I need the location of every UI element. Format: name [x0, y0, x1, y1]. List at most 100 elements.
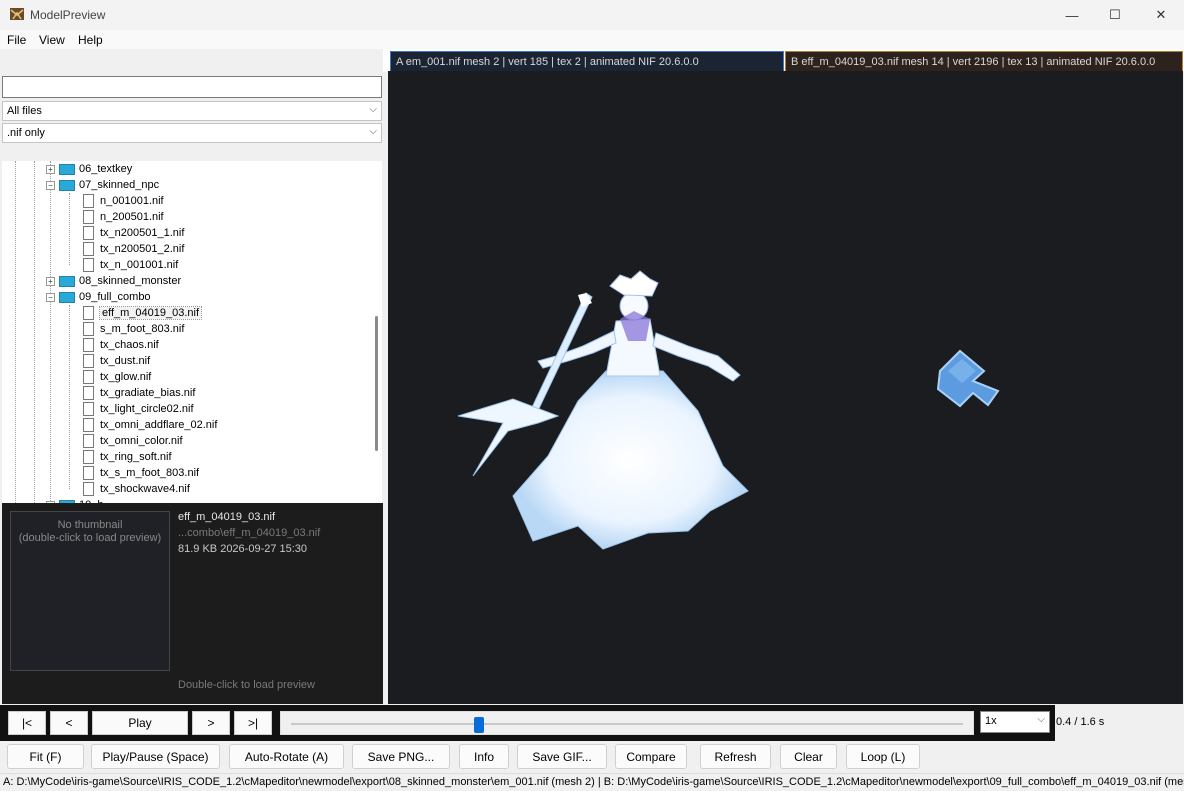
file-label: tx_n_001001.nif [100, 259, 179, 271]
thumbnail-hint: (double-click to load preview) [18, 532, 162, 544]
tree-file[interactable]: tx_dust.nif [83, 353, 150, 369]
tree-guide-line [34, 161, 35, 503]
last-frame-button[interactable]: >| [234, 711, 272, 735]
file-icon [83, 434, 94, 448]
file-label: tx_omni_addflare_02.nif [100, 419, 218, 431]
expand-icon[interactable]: + [46, 164, 55, 174]
extension-filter-value: .nif only [7, 127, 45, 139]
file-icon [83, 418, 94, 432]
chevron-down-icon: ⌵ [369, 126, 377, 137]
toolbar: Fit (F) Play/Pause (Space) Auto-Rotate (… [0, 741, 1184, 773]
tree-file[interactable]: tx_gradiate_bias.nif [83, 385, 195, 401]
tree-folder-06[interactable]: + 06_textkey [46, 161, 132, 177]
tree-file[interactable]: tx_chaos.nif [83, 337, 159, 353]
status-bar: A: D:\MyCode\iris-game\Source\IRIS_CODE_… [0, 773, 1184, 791]
clear-button[interactable]: Clear [780, 744, 837, 769]
chevron-down-icon: ⌵ [369, 104, 377, 115]
tree-guide-line [69, 305, 70, 489]
tree-guide-line [69, 193, 70, 265]
next-frame-button[interactable]: > [192, 711, 230, 735]
tree-file[interactable]: tx_n200501_2.nif [83, 241, 184, 257]
model-secondary-object [936, 349, 1000, 408]
tree-file-selected[interactable]: eff_m_04019_03.nif [83, 305, 203, 321]
file-label: tx_gradiate_bias.nif [100, 387, 196, 399]
tree-file[interactable]: s_m_foot_803.nif [83, 321, 184, 337]
timeline-thumb[interactable] [474, 717, 485, 733]
auto-rotate-button[interactable]: Auto-Rotate (A) [229, 744, 344, 769]
menu-help[interactable]: Help [78, 33, 103, 47]
tree-guide-line [15, 161, 16, 503]
tree-scrollbar-thumb[interactable] [375, 316, 378, 451]
browser-panel: All files ⌵ .nif only ⌵ + 06_textkey − 0… [0, 49, 387, 704]
compare-button[interactable]: Compare [615, 744, 687, 769]
tree-file[interactable]: tx_ring_soft.nif [83, 449, 172, 465]
close-button[interactable]: ✕ [1138, 0, 1184, 30]
collapse-icon[interactable]: − [46, 180, 55, 190]
folder-icon [59, 179, 75, 191]
info-file-name: eff_m_04019_03.nif [178, 511, 276, 523]
file-label: tx_s_m_foot_803.nif [100, 467, 200, 479]
tab-model-a[interactable]: A em_001.nif mesh 2 | vert 185 | tex 2 |… [390, 51, 784, 72]
info-button[interactable]: Info [459, 744, 509, 769]
speed-select[interactable]: 1x ⌵ [980, 711, 1050, 733]
window-title: ModelPreview [30, 8, 106, 22]
file-label: tx_omni_color.nif [100, 435, 183, 447]
tree-file[interactable]: tx_n_001001.nif [83, 257, 178, 273]
file-tree[interactable]: + 06_textkey − 07_skinned_npc n_001001.n… [2, 161, 382, 503]
playback-bar: |< < Play > >| 1x ⌵ [0, 705, 1055, 741]
tree-folder-09[interactable]: − 09_full_combo [46, 289, 151, 305]
menu-bar: File View Help [0, 30, 1184, 49]
title-bar: ModelPreview — ☐ ✕ [0, 0, 1184, 30]
tree-file[interactable]: tx_omni_addflare_02.nif [83, 417, 217, 433]
tree-file[interactable]: tx_omni_color.nif [83, 433, 183, 449]
tab-model-b[interactable]: B eff_m_04019_03.nif mesh 14 | vert 2196… [785, 51, 1183, 72]
thumbnail-placeholder: No thumbnail [57, 519, 123, 531]
refresh-button[interactable]: Refresh [700, 744, 771, 769]
tree-file[interactable]: tx_glow.nif [83, 369, 151, 385]
play-button[interactable]: Play [92, 711, 188, 735]
prev-frame-button[interactable]: < [50, 711, 88, 735]
file-label: tx_chaos.nif [100, 339, 159, 351]
file-label: n_001001.nif [100, 195, 164, 207]
tree-file[interactable]: tx_s_m_foot_803.nif [83, 465, 199, 481]
file-icon [83, 194, 94, 208]
tree-file[interactable]: tx_shockwave4.nif [83, 481, 190, 497]
expand-icon[interactable]: + [46, 276, 55, 286]
first-frame-button[interactable]: |< [8, 711, 46, 735]
timeline-track-line [291, 723, 963, 725]
file-info-panel: No thumbnail (double-click to load previ… [2, 503, 383, 704]
folder-label: 06_textkey [79, 163, 133, 175]
menu-view[interactable]: View [39, 33, 65, 47]
tree-file[interactable]: n_001001.nif [83, 193, 164, 209]
tree-file[interactable]: n_200501.nif [83, 209, 164, 225]
fit-button[interactable]: Fit (F) [7, 744, 84, 769]
collapse-icon[interactable]: − [46, 292, 55, 302]
tree-file[interactable]: tx_light_circle02.nif [83, 401, 194, 417]
thumbnail-box[interactable]: No thumbnail (double-click to load previ… [10, 511, 170, 671]
tree-file[interactable]: tx_n200501_1.nif [83, 225, 184, 241]
search-input[interactable] [2, 76, 382, 98]
menu-file[interactable]: File [7, 33, 26, 47]
info-file-path: ...combo\eff_m_04019_03.nif [178, 527, 321, 539]
tree-folder-07[interactable]: − 07_skinned_npc [46, 177, 159, 193]
file-icon [83, 482, 94, 496]
file-icon [83, 210, 94, 224]
file-type-select[interactable]: All files ⌵ [2, 101, 382, 121]
file-icon [83, 242, 94, 256]
tree-folder-08[interactable]: + 08_skinned_monster [46, 273, 181, 289]
file-label: tx_shockwave4.nif [100, 483, 190, 495]
file-icon [83, 354, 94, 368]
loop-button[interactable]: Loop (L) [846, 744, 920, 769]
timeline-slider[interactable] [280, 711, 974, 735]
file-label: tx_glow.nif [100, 371, 152, 383]
chevron-down-icon: ⌵ [1037, 714, 1045, 725]
file-icon [83, 226, 94, 240]
3d-viewport[interactable] [388, 71, 1183, 704]
folder-label: 07_skinned_npc [79, 179, 160, 191]
maximize-button[interactable]: ☐ [1092, 0, 1138, 30]
play-pause-button[interactable]: Play/Pause (Space) [91, 744, 220, 769]
extension-filter-select[interactable]: .nif only ⌵ [2, 123, 382, 143]
save-png-button[interactable]: Save PNG... [352, 744, 450, 769]
save-gif-button[interactable]: Save GIF... [517, 744, 607, 769]
minimize-button[interactable]: — [1049, 0, 1095, 30]
